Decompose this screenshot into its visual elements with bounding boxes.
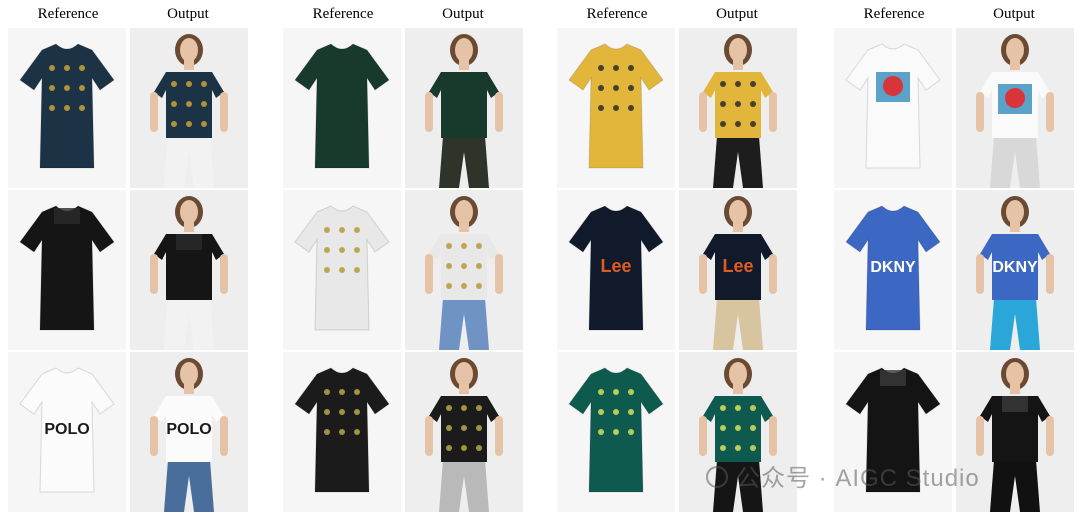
reference-image-polo-tee: POLO: [8, 352, 126, 512]
svg-text:Lee: Lee: [722, 256, 753, 276]
output-image-floral-blouse: [130, 28, 248, 188]
watermark: 公众号 · AIGC Studio: [706, 458, 980, 493]
output-image-yellow-floral: [679, 28, 797, 188]
reference-header: Reference: [863, 6, 925, 22]
reference-image-yellow-floral: [557, 28, 675, 188]
output-header: Output: [442, 6, 484, 22]
watermark-text: 公众号 · AIGC Studio: [736, 465, 980, 492]
output-header: Output: [993, 6, 1035, 22]
reference-header: Reference: [312, 6, 374, 22]
reference-image-rose-tee: [834, 28, 952, 188]
svg-text:POLO: POLO: [166, 421, 211, 438]
reference-image-green-blouse: [557, 352, 675, 512]
output-image-lace-top: [130, 190, 248, 350]
wechat-icon: [706, 466, 728, 488]
reference-header: Reference: [37, 6, 99, 22]
output-header: Output: [716, 6, 758, 22]
reference-header: Reference: [586, 6, 648, 22]
svg-text:DKNY: DKNY: [992, 259, 1038, 276]
output-image-graphic-tee: [405, 190, 523, 350]
reference-image-lace-top: [8, 190, 126, 350]
reference-image-bodysuit: [283, 28, 401, 188]
output-image-rose-tee: [956, 28, 1074, 188]
svg-text:DKNY: DKNY: [870, 259, 916, 276]
reference-image-graphic-tee: [283, 190, 401, 350]
output-header: Output: [167, 6, 209, 22]
output-image-lee-tee: Lee: [679, 190, 797, 350]
reference-image-dkny-tee: DKNY: [834, 190, 952, 350]
reference-image-floral-blouse: [8, 28, 126, 188]
reference-image-lee-tee: Lee: [557, 190, 675, 350]
output-image-bodysuit: [405, 28, 523, 188]
output-image-dkny-tee: DKNY: [956, 190, 1074, 350]
output-image-floral-tee: [405, 352, 523, 512]
svg-text:Lee: Lee: [600, 256, 631, 276]
reference-image-floral-tee: [283, 352, 401, 512]
output-image-polo-tee: POLO: [130, 352, 248, 512]
svg-text:POLO: POLO: [44, 421, 89, 438]
